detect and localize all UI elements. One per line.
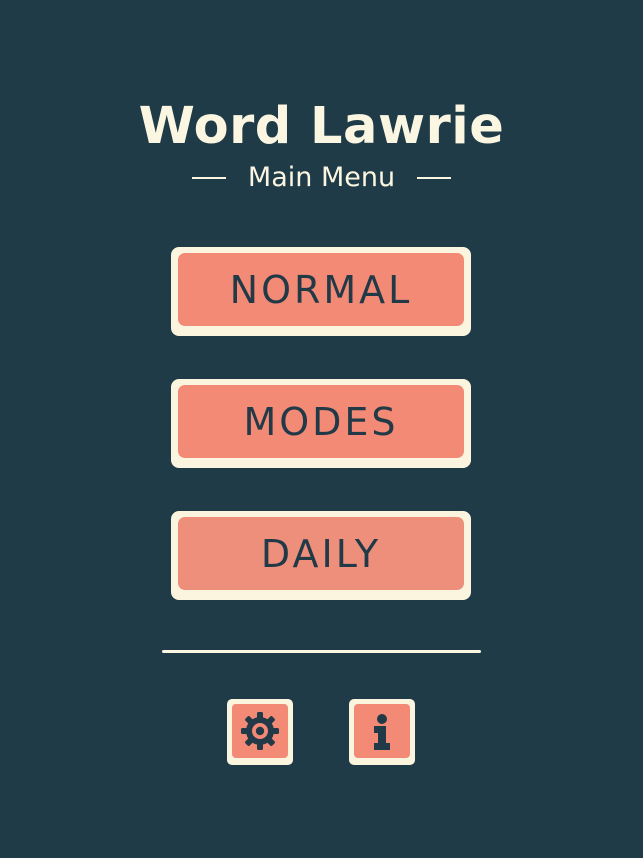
settings-button[interactable]: [227, 699, 293, 765]
subtitle-left-rule: [191, 177, 226, 179]
normal-button[interactable]: NORMAL: [171, 247, 471, 336]
subtitle: Main Menu: [247, 162, 396, 193]
normal-button-label: NORMAL: [229, 267, 413, 312]
daily-button-label: DAILY: [260, 531, 382, 576]
daily-button[interactable]: DAILY: [171, 511, 471, 600]
menu-divider: [162, 650, 481, 653]
modes-button-label: MODES: [243, 399, 399, 444]
modes-button-face[interactable]: MODES: [178, 385, 464, 458]
settings-button-face[interactable]: [232, 704, 288, 758]
info-button-face[interactable]: [354, 704, 410, 758]
gear-icon: [241, 712, 279, 750]
game-title: Word Lawrie: [138, 97, 505, 156]
normal-button-face[interactable]: NORMAL: [178, 253, 464, 326]
info-button[interactable]: [349, 699, 415, 765]
subtitle-row: Main Menu: [0, 160, 643, 196]
daily-button-face[interactable]: DAILY: [178, 517, 464, 590]
subtitle-right-rule: [417, 177, 452, 179]
modes-button[interactable]: MODES: [171, 379, 471, 468]
info-icon: [374, 714, 390, 750]
